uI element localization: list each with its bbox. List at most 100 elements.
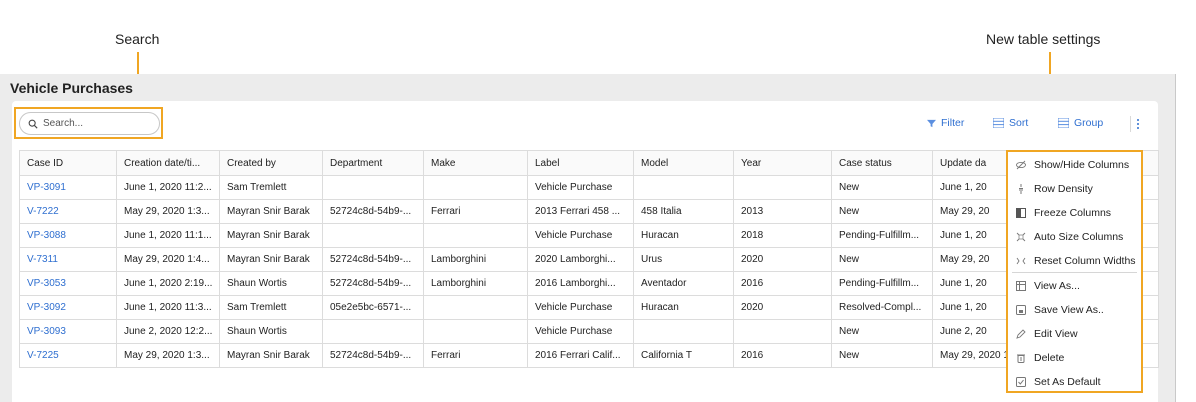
case-id-link[interactable]: VP-3088 [19, 223, 117, 248]
menu-item-delete[interactable]: Delete [1008, 346, 1141, 370]
table-cell: New [831, 199, 933, 224]
table-cell: June 1, 2020 11:2... [116, 175, 220, 200]
case-id-link[interactable]: V-7311 [19, 247, 117, 272]
sort-label: Sort [1009, 117, 1029, 129]
column-header[interactable]: Model [633, 150, 734, 176]
table-cell: June 1, 2020 11:1... [116, 223, 220, 248]
table-cell: Aventador [633, 271, 734, 296]
table-cell: New [831, 247, 933, 272]
search-callout-label: Search [115, 31, 160, 47]
table-cell: 2013 [733, 199, 832, 224]
table-row[interactable]: VP-3088 June 1, 2020 11:1... Mayran Snir B… [19, 223, 1159, 248]
column-header[interactable]: Created by [219, 150, 323, 176]
case-id-link[interactable]: VP-3053 [19, 271, 117, 296]
case-id-link[interactable]: V-7222 [19, 199, 117, 224]
case-id-link[interactable]: VP-3091 [19, 175, 117, 200]
group-button[interactable]: Group [1058, 117, 1103, 129]
table-cell [633, 175, 734, 200]
table-row[interactable]: V-7225 May 29, 2020 1:3... Mayran Snir Bar… [19, 343, 1159, 368]
table-cell: 52724c8d-54b9-... [322, 199, 424, 224]
row-density-icon [1008, 184, 1034, 194]
table-cell: Vehicle Purchase [527, 175, 634, 200]
table-cell: Vehicle Purchase [527, 319, 634, 344]
menu-item-row-density[interactable]: Row Density [1008, 177, 1141, 201]
group-icon [1058, 118, 1069, 128]
table-cell: 2016 Lamborghi... [527, 271, 634, 296]
menu-item-label: Edit View [1034, 328, 1078, 340]
table-header-row: Case ID Creation date/ti... Created by D… [19, 150, 1159, 176]
table-cell: Vehicle Purchase [527, 223, 634, 248]
table-row[interactable]: VP-3091 June 1, 2020 11:2... Sam Tremlett V… [19, 175, 1159, 200]
filter-icon [927, 119, 936, 127]
table-cell: Ferrari [423, 199, 528, 224]
menu-item-reset-column-widths[interactable]: Reset Column Widths [1008, 249, 1141, 273]
table-cell: 52724c8d-54b9-... [322, 343, 424, 368]
column-header[interactable]: Label [527, 150, 634, 176]
menu-item-label: Auto Size Columns [1034, 231, 1124, 243]
filter-button[interactable]: Filter [927, 117, 964, 129]
table-cell [322, 223, 424, 248]
table-row[interactable]: VP-3053 June 1, 2020 2:19... Shaun Wortis 5… [19, 271, 1159, 296]
table-cell: 2018 [733, 223, 832, 248]
reset-widths-icon [1008, 256, 1034, 266]
table-cell [423, 319, 528, 344]
table-cell: New [831, 175, 933, 200]
table-cell [322, 175, 424, 200]
data-table: Case ID Creation date/ti... Created by D… [19, 150, 1159, 368]
menu-item-edit-view[interactable]: Edit View [1008, 322, 1141, 346]
table-cell [633, 319, 734, 344]
table-row[interactable]: VP-3093 June 2, 2020 12:2... Shaun Wortis V… [19, 319, 1159, 344]
table-cell: New [831, 319, 933, 344]
menu-item-show-hide-columns[interactable]: Show/Hide Columns [1008, 153, 1141, 177]
table-row[interactable]: V-7222 May 29, 2020 1:3... Mayran Snir Bar… [19, 199, 1159, 224]
sort-button[interactable]: Sort [993, 117, 1028, 129]
table-cell [423, 295, 528, 320]
menu-item-label: View As... [1034, 280, 1080, 292]
table-cell: June 2, 2020 12:2... [116, 319, 220, 344]
case-id-link[interactable]: VP-3093 [19, 319, 117, 344]
table-cell: Pending-Fulfillm... [831, 271, 933, 296]
table-cell [423, 223, 528, 248]
table-cell: Shaun Wortis [219, 319, 323, 344]
column-header[interactable]: Creation date/ti... [116, 150, 220, 176]
more-options-icon[interactable] [1130, 116, 1142, 132]
menu-item-auto-size-columns[interactable]: Auto Size Columns [1008, 225, 1141, 249]
menu-divider [1012, 272, 1137, 273]
search-input[interactable] [43, 118, 153, 129]
pencil-icon [1008, 329, 1034, 339]
column-header[interactable]: Department [322, 150, 424, 176]
table-cell: 2020 Lamborghi... [527, 247, 634, 272]
trash-icon [1008, 353, 1034, 363]
column-header[interactable]: Make [423, 150, 528, 176]
table-cell: 05e2e5bc-6571-... [322, 295, 424, 320]
auto-size-icon [1008, 232, 1034, 242]
column-header[interactable]: Case ID [19, 150, 117, 176]
table-cell: Pending-Fulfillm... [831, 223, 933, 248]
table-cell: 2016 [733, 271, 832, 296]
menu-item-freeze-columns[interactable]: Freeze Columns [1008, 201, 1141, 225]
view-as-icon [1008, 281, 1034, 291]
table-cell: Huracan [633, 223, 734, 248]
menu-item-label: Set As Default [1034, 376, 1101, 388]
table-cell: Sam Tremlett [219, 295, 323, 320]
table-cell: Lamborghini [423, 271, 528, 296]
table-cell: 52724c8d-54b9-... [322, 271, 424, 296]
search-box[interactable] [19, 112, 160, 135]
table-cell [322, 319, 424, 344]
table-row[interactable]: V-7311 May 29, 2020 1:4... Mayran Snir Bar… [19, 247, 1159, 272]
menu-item-set-as-default[interactable]: Set As Default [1008, 370, 1141, 394]
column-header[interactable]: Case status [831, 150, 933, 176]
menu-item-label: Save View As.. [1034, 304, 1104, 316]
case-id-link[interactable]: V-7225 [19, 343, 117, 368]
table-row[interactable]: VP-3092 June 1, 2020 11:3... Sam Tremlett 0… [19, 295, 1159, 320]
table-cell: Mayran Snir Barak [219, 247, 323, 272]
table-cell: Resolved-Compl... [831, 295, 933, 320]
menu-item-save-view-as[interactable]: Save View As.. [1008, 298, 1141, 322]
case-id-link[interactable]: VP-3092 [19, 295, 117, 320]
column-header[interactable]: Year [733, 150, 832, 176]
table-cell [733, 175, 832, 200]
table-cell: Sam Tremlett [219, 175, 323, 200]
table-cell: Mayran Snir Barak [219, 223, 323, 248]
table-cell: May 29, 2020 1:4... [116, 247, 220, 272]
menu-item-view-as[interactable]: View As... [1008, 274, 1141, 298]
